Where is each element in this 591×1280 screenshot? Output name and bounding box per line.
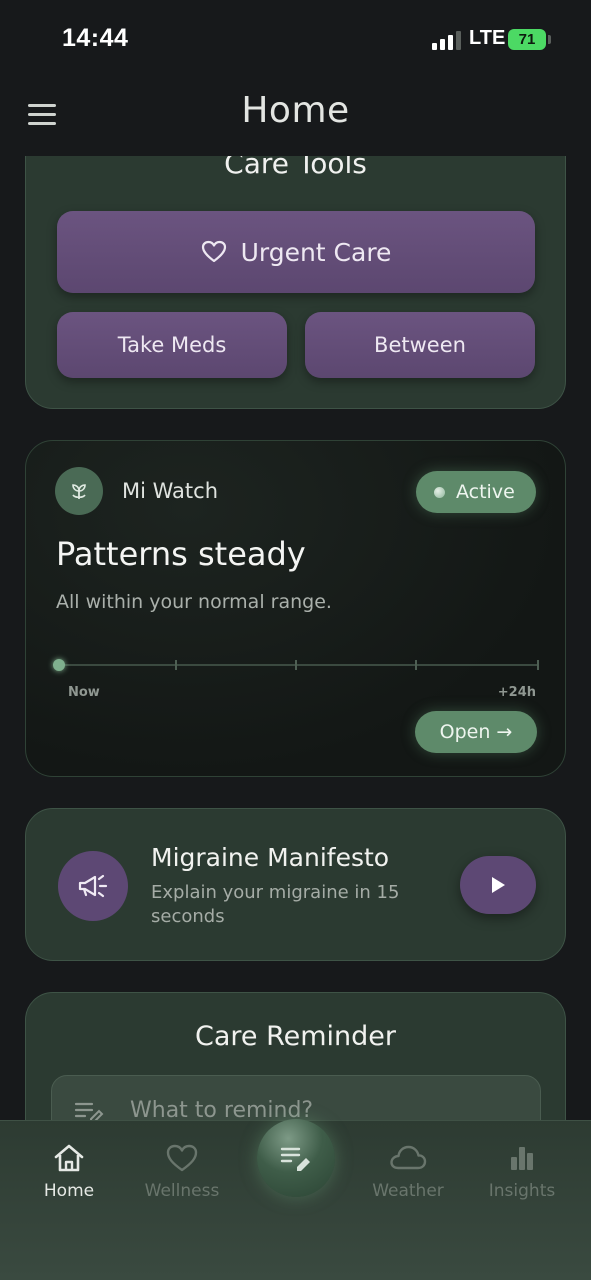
- status-dot-icon: [434, 487, 445, 498]
- battery-icon: 71: [508, 29, 546, 50]
- scroll-content[interactable]: Care Tools Urgent Care Take Meds Between…: [0, 156, 591, 1120]
- active-status-badge[interactable]: Active: [416, 471, 536, 513]
- tab-wellness[interactable]: Wellness: [127, 1143, 237, 1201]
- timeline-current-dot: [53, 659, 65, 671]
- care-reminder-card: Care Reminder What to remind?: [25, 992, 566, 1120]
- timeline-tick: [175, 660, 177, 670]
- migraine-title: Migraine Manifesto: [151, 843, 390, 872]
- between-label: Between: [374, 333, 466, 357]
- bar-chart-icon: [511, 1147, 533, 1170]
- timeline-line: [55, 664, 539, 666]
- tab-home-label: Home: [43, 1181, 95, 1201]
- urgent-care-button[interactable]: Urgent Care: [57, 211, 535, 293]
- battery-cap: [548, 35, 551, 44]
- watch-card: Mi Watch Active Patterns steady All with…: [25, 440, 566, 777]
- tab-bar: Home Wellness Weather Insights: [0, 1119, 591, 1280]
- tab-insights-label: Insights: [488, 1181, 556, 1201]
- play-button[interactable]: [460, 856, 536, 914]
- sprout-icon: [55, 467, 103, 515]
- status-time: 14:44: [62, 24, 129, 52]
- between-button[interactable]: Between: [305, 312, 535, 378]
- signal-icon: [432, 31, 461, 50]
- care-reminder-title: Care Reminder: [194, 1021, 397, 1052]
- heart-icon: [166, 1144, 198, 1172]
- heart-outline-icon: [201, 240, 226, 263]
- timeline-start-label: Now: [68, 685, 100, 700]
- migraine-manifesto-card[interactable]: Migraine Manifesto Explain your migraine…: [25, 808, 566, 961]
- open-label: Open →: [439, 721, 513, 743]
- play-icon: [492, 877, 505, 893]
- timeline-tick: [537, 660, 539, 670]
- urgent-care-label: Urgent Care: [240, 237, 392, 267]
- watch-device-name: Mi Watch: [122, 479, 219, 503]
- status-bar: 14:44 LTE 71: [0, 0, 591, 80]
- reminder-input[interactable]: What to remind?: [51, 1075, 541, 1120]
- care-tools-card: Care Tools Urgent Care Take Meds Between: [25, 156, 566, 409]
- megaphone-icon: [58, 851, 128, 921]
- battery-level: 71: [518, 31, 536, 48]
- take-meds-button[interactable]: Take Meds: [57, 312, 287, 378]
- cloud-icon: [390, 1145, 427, 1170]
- timeline-tick: [415, 660, 417, 670]
- migraine-subtitle: Explain your migraine in 15 seconds: [151, 882, 400, 927]
- compose-note-button[interactable]: [257, 1119, 335, 1197]
- open-button[interactable]: Open →: [415, 711, 537, 753]
- note-edit-icon: [280, 1147, 310, 1171]
- tab-weather[interactable]: Weather: [353, 1143, 463, 1201]
- patterns-headline: Patterns steady: [56, 535, 306, 573]
- tab-wellness-label: Wellness: [144, 1181, 220, 1201]
- tab-insights[interactable]: Insights: [467, 1143, 577, 1201]
- page-title: Home: [241, 90, 350, 131]
- tab-weather-label: Weather: [372, 1181, 444, 1201]
- take-meds-label: Take Meds: [117, 333, 227, 357]
- care-tools-title: Care Tools: [224, 156, 367, 180]
- patterns-subtitle: All within your normal range.: [56, 591, 332, 613]
- header: Home: [0, 80, 591, 156]
- timeline-track: [53, 657, 539, 673]
- reminder-placeholder: What to remind?: [130, 1097, 314, 1121]
- network-type: LTE: [469, 27, 506, 49]
- timeline-tick: [295, 660, 297, 670]
- active-status-label: Active: [456, 481, 515, 503]
- timeline-end-label: +24h: [497, 685, 536, 700]
- tab-home[interactable]: Home: [14, 1143, 124, 1201]
- home-icon: [54, 1144, 84, 1172]
- notes-edit-icon: [74, 1102, 104, 1120]
